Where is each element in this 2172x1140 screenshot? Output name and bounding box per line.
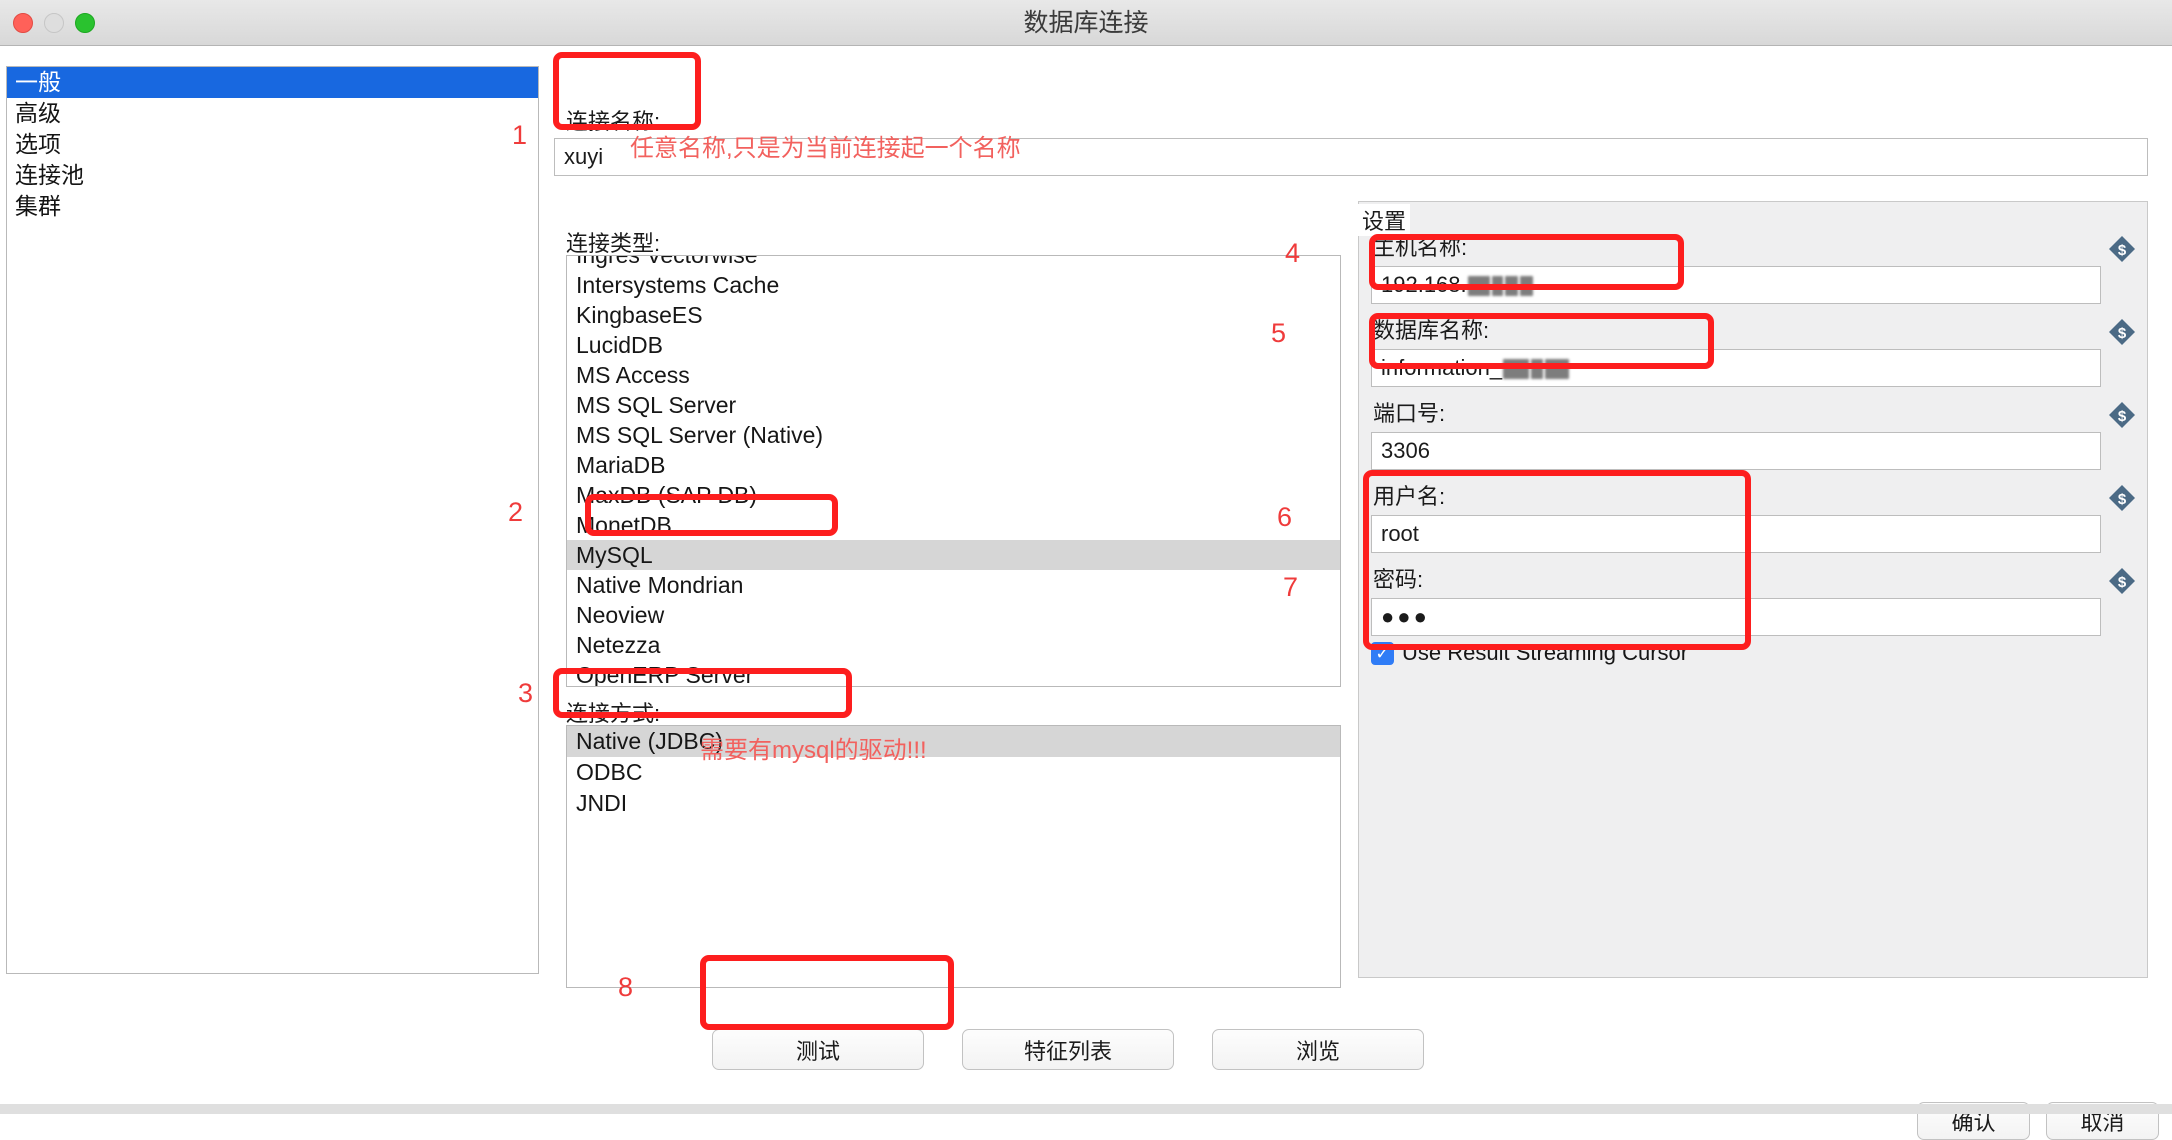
annotation-number-5: 5 bbox=[1271, 318, 1287, 348]
annotation-number-6: 6 bbox=[1277, 502, 1293, 532]
annotation-number-3: 3 bbox=[518, 678, 534, 708]
svg-text:$: $ bbox=[2118, 242, 2127, 259]
connection-type-list[interactable]: Ingres Vectorwise Intersystems Cache Kin… bbox=[566, 255, 1341, 687]
connection-method-list[interactable]: Native (JDBC) ODBC JNDI bbox=[566, 725, 1341, 988]
list-item[interactable]: KingbaseES bbox=[567, 300, 1340, 330]
host-mask-2 bbox=[1491, 276, 1503, 297]
dollar-diamond-icon[interactable]: $ bbox=[2107, 400, 2137, 430]
streaming-cursor-label: Use Result Streaming Cursor bbox=[1402, 640, 1689, 665]
dollar-diamond-icon[interactable]: $ bbox=[2107, 483, 2137, 513]
port-input[interactable]: 3306 bbox=[1371, 432, 2101, 470]
password-label: 密码: bbox=[1373, 567, 1424, 592]
annotation-number-2: 2 bbox=[508, 497, 524, 527]
port-label: 端口号: bbox=[1373, 401, 1446, 426]
dialog-body: 一般 高级 选项 连接池 集群 连接名称: xuyi 任意名称,只是为当前连接起… bbox=[0, 46, 2172, 1140]
streaming-cursor-row[interactable]: ✓ Use Result Streaming Cursor bbox=[1371, 640, 2137, 666]
connection-method-label: 连接方式: bbox=[566, 701, 661, 726]
password-group: 密码: ●●● $ bbox=[1371, 562, 2137, 636]
sidebar-item-general[interactable]: 一般 bbox=[7, 67, 538, 98]
list-item[interactable]: Intersystems Cache bbox=[567, 270, 1340, 300]
port-group: 端口号: 3306 $ bbox=[1371, 396, 2137, 470]
annotation-note-connection-name: 任意名称,只是为当前连接起一个名称 bbox=[630, 135, 1021, 162]
annotation-number-4: 4 bbox=[1285, 238, 1301, 268]
list-item[interactable]: LucidDB bbox=[567, 330, 1340, 360]
sidebar-item-pool[interactable]: 连接池 bbox=[7, 160, 538, 191]
sidebar-item-cluster[interactable]: 集群 bbox=[7, 191, 538, 222]
bottom-strip bbox=[0, 1104, 2172, 1114]
db-mask-1 bbox=[1503, 359, 1530, 380]
feature-list-button[interactable]: 特征列表 bbox=[962, 1029, 1174, 1070]
list-item[interactable]: Netezza bbox=[567, 630, 1340, 660]
dollar-diamond-icon[interactable]: $ bbox=[2107, 566, 2137, 596]
list-item[interactable]: Native Mondrian bbox=[567, 570, 1340, 600]
database-value: information_ bbox=[1381, 355, 1503, 380]
category-list[interactable]: 一般 高级 选项 连接池 集群 bbox=[6, 66, 539, 974]
list-item[interactable]: OpenERP Server bbox=[567, 660, 1340, 686]
host-mask-1 bbox=[1467, 276, 1490, 297]
dollar-diamond-icon[interactable]: $ bbox=[2107, 234, 2137, 264]
list-item[interactable]: MS SQL Server (Native) bbox=[567, 420, 1340, 450]
username-input[interactable]: root bbox=[1371, 515, 2101, 553]
list-item[interactable]: MariaDB bbox=[567, 450, 1340, 480]
sidebar-item-options[interactable]: 选项 bbox=[7, 129, 538, 160]
window-title-bar: 数据库连接 bbox=[0, 0, 2172, 46]
host-value: 192.168. bbox=[1381, 272, 1467, 297]
database-input[interactable]: information_ bbox=[1371, 349, 2101, 387]
list-item[interactable]: Neoview bbox=[567, 600, 1340, 630]
list-item-jndi[interactable]: JNDI bbox=[567, 788, 1340, 819]
annotation-number-8: 8 bbox=[618, 972, 634, 1002]
list-item-mysql[interactable]: MySQL bbox=[567, 540, 1340, 570]
db-mask-2 bbox=[1531, 359, 1544, 380]
username-label: 用户名: bbox=[1373, 484, 1446, 509]
host-mask-3 bbox=[1504, 276, 1518, 297]
svg-text:$: $ bbox=[2118, 574, 2127, 591]
svg-text:$: $ bbox=[2118, 325, 2127, 342]
list-item-odbc[interactable]: ODBC bbox=[567, 757, 1340, 788]
connection-type-label: 连接类型: bbox=[566, 231, 661, 256]
list-item[interactable]: MonetDB bbox=[567, 510, 1340, 540]
list-item[interactable]: Ingres Vectorwise bbox=[567, 256, 1340, 270]
browse-button[interactable]: 浏览 bbox=[1212, 1029, 1424, 1070]
test-button[interactable]: 测试 bbox=[712, 1029, 924, 1070]
window-title: 数据库连接 bbox=[1023, 9, 1149, 37]
svg-text:$: $ bbox=[2118, 408, 2127, 425]
settings-title: 设置 bbox=[1358, 204, 1411, 236]
annotation-number-1: 1 bbox=[512, 120, 528, 150]
settings-panel: 主机名称: 192.168. $ 数据库名称: information_ $ 端… bbox=[1358, 201, 2148, 978]
host-group: 主机名称: 192.168. $ bbox=[1371, 230, 2137, 304]
db-mask-3 bbox=[1545, 359, 1570, 380]
host-mask-4 bbox=[1519, 276, 1533, 297]
annotation-note-driver: 需要有mysql的驱动!!! bbox=[700, 737, 927, 764]
database-group: 数据库名称: information_ $ bbox=[1371, 313, 2137, 387]
list-item[interactable]: MS SQL Server bbox=[567, 390, 1340, 420]
list-item[interactable]: MaxDB (SAP DB) bbox=[567, 480, 1340, 510]
password-input[interactable]: ●●● bbox=[1371, 598, 2101, 636]
username-group: 用户名: root $ bbox=[1371, 479, 2137, 553]
host-label: 主机名称: bbox=[1373, 235, 1468, 260]
database-label: 数据库名称: bbox=[1373, 318, 1490, 343]
sidebar-item-advanced[interactable]: 高级 bbox=[7, 98, 538, 129]
checkbox-streaming-cursor[interactable]: ✓ bbox=[1371, 641, 1394, 665]
svg-text:$: $ bbox=[2118, 491, 2127, 508]
list-item[interactable]: MS Access bbox=[567, 360, 1340, 390]
annotation-number-7: 7 bbox=[1283, 572, 1299, 602]
dollar-diamond-icon[interactable]: $ bbox=[2107, 317, 2137, 347]
list-item-native-jdbc[interactable]: Native (JDBC) bbox=[567, 726, 1340, 757]
host-input[interactable]: 192.168. bbox=[1371, 266, 2101, 304]
